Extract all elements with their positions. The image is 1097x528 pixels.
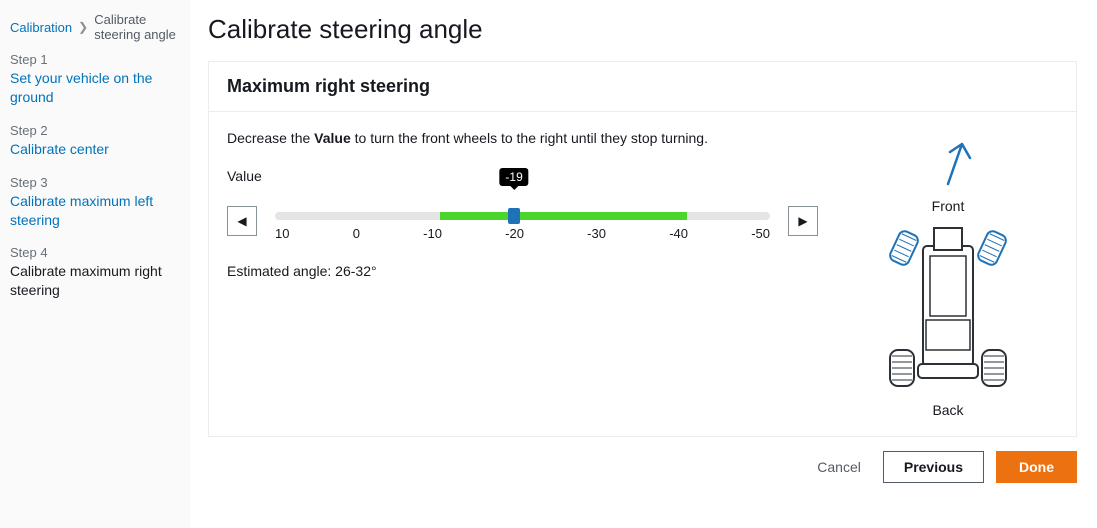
step-label: Step 3 xyxy=(10,175,180,190)
tick: -30 xyxy=(587,226,606,241)
increment-button[interactable]: ▶ xyxy=(788,206,818,236)
step-title: Calibrate maximum left steering xyxy=(10,192,180,230)
tick: 10 xyxy=(275,226,289,241)
slider-ticks: 10 0 -10 -20 -30 -40 -50 xyxy=(275,226,770,241)
tick: -20 xyxy=(505,226,524,241)
step-label: Step 4 xyxy=(10,245,180,260)
panel-title: Maximum right steering xyxy=(209,62,1076,112)
main-content: Calibrate steering angle Maximum right s… xyxy=(190,0,1097,528)
step-label: Step 1 xyxy=(10,52,180,67)
triangle-left-icon: ◀ xyxy=(237,214,246,228)
tick: -40 xyxy=(669,226,688,241)
tick: -10 xyxy=(423,226,442,241)
breadcrumb-root[interactable]: Calibration xyxy=(10,20,72,35)
slider-fill xyxy=(440,212,688,220)
front-arrow-icon xyxy=(918,134,978,194)
page-title: Calibrate steering angle xyxy=(208,14,1077,45)
step-title: Set your vehicle on the ground xyxy=(10,69,180,107)
triangle-right-icon: ▶ xyxy=(798,214,807,228)
step-title: Calibrate maximum right steering xyxy=(10,262,180,300)
chevron-right-icon: ❯ xyxy=(78,20,88,34)
tick: -50 xyxy=(751,226,770,241)
value-slider: ◀ -19 10 0 -10 - xyxy=(227,190,818,241)
calibration-panel: Maximum right steering Decrease the Valu… xyxy=(208,61,1077,437)
slider-track-wrap[interactable]: -19 10 0 -10 -20 -30 -40 xyxy=(275,190,770,241)
decrement-button[interactable]: ◀ xyxy=(227,206,257,236)
previous-button[interactable]: Previous xyxy=(883,451,984,483)
back-label: Back xyxy=(932,402,963,418)
breadcrumb: Calibration ❯ Calibrate steering angle xyxy=(10,12,180,42)
wizard-step-4[interactable]: Step 4 Calibrate maximum right steering xyxy=(10,245,180,300)
instruction-pre: Decrease the xyxy=(227,130,314,146)
wizard-footer: Cancel Previous Done xyxy=(208,451,1077,483)
instruction-bold: Value xyxy=(314,130,351,146)
front-label: Front xyxy=(932,198,965,214)
wizard-step-2[interactable]: Step 2 Calibrate center xyxy=(10,123,180,159)
tick: 0 xyxy=(353,226,360,241)
done-button[interactable]: Done xyxy=(996,451,1077,483)
breadcrumb-current: Calibrate steering angle xyxy=(94,12,180,42)
vehicle-top-view-icon xyxy=(868,218,1028,398)
vehicle-diagram: Front xyxy=(838,130,1058,418)
slider-tooltip: -19 xyxy=(499,168,528,186)
cancel-button[interactable]: Cancel xyxy=(807,453,871,481)
instruction-text: Decrease the Value to turn the front whe… xyxy=(227,130,818,146)
estimated-angle: Estimated angle: 26-32° xyxy=(227,263,818,279)
wizard-step-3[interactable]: Step 3 Calibrate maximum left steering xyxy=(10,175,180,230)
wizard-step-1[interactable]: Step 1 Set your vehicle on the ground xyxy=(10,52,180,107)
step-label: Step 2 xyxy=(10,123,180,138)
slider-thumb[interactable] xyxy=(508,208,520,224)
slider-track[interactable] xyxy=(275,212,770,220)
instruction-post: to turn the front wheels to the right un… xyxy=(351,130,708,146)
step-title: Calibrate center xyxy=(10,140,180,159)
wizard-sidebar: Calibration ❯ Calibrate steering angle S… xyxy=(0,0,190,528)
